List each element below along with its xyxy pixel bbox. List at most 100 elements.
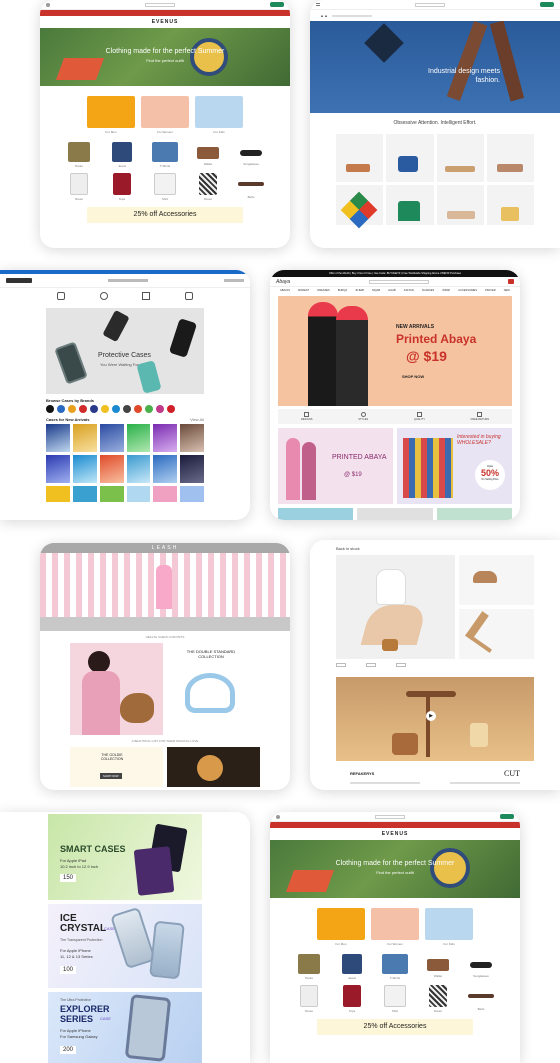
collection-card[interactable]: THE DOUBLE STANDARD COLLECTION <box>167 643 260 735</box>
case-tile[interactable] <box>46 455 70 483</box>
product-item[interactable]: Shirt <box>376 985 414 1013</box>
case-tile[interactable] <box>99 455 124 483</box>
video-banner[interactable]: ▶ <box>336 677 534 761</box>
product-item[interactable]: T-Shirts <box>146 142 184 168</box>
brand-logo[interactable]: REFAKERYS <box>350 771 374 776</box>
printed-abaya-tile[interactable]: PRINTED ABAYA @ $19 <box>278 428 393 504</box>
case-tile[interactable] <box>46 424 70 452</box>
category-men[interactable]: For Men <box>317 908 365 946</box>
case-tile[interactable] <box>99 424 124 452</box>
brand-logo[interactable] <box>68 405 76 413</box>
brand-logo[interactable] <box>46 405 54 413</box>
nav-item[interactable]: PRAYER <box>485 289 495 292</box>
account-icon[interactable] <box>276 814 280 819</box>
product-item[interactable]: Pants <box>60 142 98 168</box>
case-tile[interactable] <box>180 455 204 483</box>
screenshot-card-industrial[interactable]: ▲▲ Industrial design meets fashion. Obse… <box>310 0 560 248</box>
product-item[interactable]: Sunglasses <box>232 142 270 168</box>
product-card[interactable] <box>386 134 434 182</box>
brand-logo[interactable] <box>57 405 65 413</box>
nav-item[interactable]: JILBAB <box>355 289 364 292</box>
accessories-banner[interactable]: 25% off Accessories <box>87 207 243 223</box>
screenshot-card-evenus-2[interactable]: EVENUS Clothing made for the perfect Sum… <box>270 812 520 1063</box>
product-item[interactable]: Tops <box>333 985 371 1013</box>
product-item[interactable]: T-Shirts <box>376 954 414 980</box>
case-tile[interactable] <box>180 486 204 502</box>
case-tile[interactable] <box>46 486 70 502</box>
product-item[interactable]: Tops <box>103 173 141 201</box>
case-tile[interactable] <box>126 486 151 502</box>
logo[interactable]: LEASH <box>40 545 290 551</box>
hero-banner[interactable]: Industrial design meets fashion. <box>310 21 560 113</box>
brand-logo[interactable] <box>101 405 109 413</box>
case-tile[interactable] <box>153 455 178 483</box>
hero-banner[interactable]: NEW ARRIVALS Printed Abaya @ $19 SHOP NO… <box>278 296 512 406</box>
search-input[interactable] <box>415 2 445 7</box>
nav-links[interactable] <box>331 15 372 17</box>
promo-banner[interactable]: Protective Cases You Were Waiting For <box>46 308 204 394</box>
wholesale-tile[interactable]: Interested in buying WHOLESALE? Upto 50%… <box>397 428 512 504</box>
brand-logo[interactable]: CUT <box>504 769 520 778</box>
golden-card[interactable]: THE GOLDIE COLLECTION SHOP NOW <box>70 747 163 787</box>
cart-icon[interactable] <box>508 279 514 284</box>
nav-item[interactable]: KAFTAN <box>404 289 414 292</box>
product-item[interactable]: Jeans <box>333 954 371 980</box>
hero-banner[interactable]: LEASH <box>40 543 290 631</box>
category-kids[interactable]: For Kids <box>425 908 473 946</box>
filter-select[interactable] <box>366 663 376 667</box>
cart-button[interactable] <box>500 814 514 819</box>
brand-logo[interactable] <box>156 405 164 413</box>
screenshot-card-cases[interactable]: Protective Cases You Were Waiting For Br… <box>0 270 250 520</box>
screenshot-card-evenus-1[interactable]: EVENUS Clothing made for the perfect Sum… <box>40 0 290 248</box>
product-card[interactable] <box>336 185 384 229</box>
case-tile[interactable] <box>72 486 97 502</box>
product-item[interactable]: Belts <box>462 985 500 1013</box>
product-item[interactable]: Belts <box>232 173 270 201</box>
product-item[interactable]: Wallet <box>189 142 227 168</box>
product-item[interactable]: Shirt <box>146 173 184 201</box>
product-item[interactable]: Dress <box>290 985 328 1013</box>
account-icon[interactable] <box>46 2 50 7</box>
product-card[interactable] <box>486 134 534 182</box>
logo[interactable] <box>6 278 32 283</box>
brand-logo[interactable] <box>145 405 153 413</box>
play-icon[interactable]: ▶ <box>426 711 436 721</box>
product-card[interactable] <box>386 185 434 225</box>
nav-item[interactable]: MODEST <box>298 289 309 292</box>
product-item[interactable]: Dress <box>60 173 98 201</box>
menu-icon[interactable] <box>316 3 320 6</box>
screenshot-card-abaya[interactable]: Offer of the Month | Buy 3 Get 3 Free | … <box>270 270 520 520</box>
cart-button[interactable] <box>540 2 554 7</box>
product-card[interactable] <box>486 185 534 225</box>
category-kids[interactable]: For Kids <box>195 96 243 134</box>
case-tile[interactable] <box>126 424 151 452</box>
model-photo[interactable] <box>336 555 456 659</box>
search-input[interactable] <box>375 814 405 819</box>
product-card[interactable] <box>459 555 534 605</box>
account-links[interactable] <box>224 279 244 282</box>
case-tile[interactable] <box>126 455 151 483</box>
category-women[interactable]: For Women <box>141 96 189 134</box>
category-women[interactable]: For Women <box>371 908 419 946</box>
product-card[interactable] <box>436 134 484 182</box>
case-tile[interactable] <box>153 424 178 452</box>
category-men[interactable]: For Men <box>87 96 135 134</box>
filter-select[interactable] <box>396 663 406 667</box>
view-all-link[interactable]: View All <box>190 417 204 422</box>
product-item[interactable]: Dress <box>419 985 457 1013</box>
case-tile[interactable] <box>99 486 124 502</box>
product-item[interactable]: Pants <box>290 954 328 980</box>
brand-logo[interactable] <box>123 405 131 413</box>
cart-button[interactable] <box>270 2 284 7</box>
brand-logo[interactable] <box>112 405 120 413</box>
product-card[interactable] <box>459 609 534 659</box>
brand-logo[interactable]: Abaya <box>276 279 290 285</box>
hero-banner[interactable]: Clothing made for the perfect Summer Fin… <box>270 840 520 898</box>
product-item[interactable]: Wallet <box>419 954 457 980</box>
screenshot-card-leash[interactable]: LEASH HEALTH CHECK FOR PETS THE DOUBLE S… <box>40 543 290 790</box>
case-tile[interactable] <box>153 486 178 502</box>
product-item[interactable]: Jeans <box>103 142 141 168</box>
nav-item[interactable]: DRESSES <box>317 289 329 292</box>
brand-logo[interactable] <box>134 405 142 413</box>
case-tile[interactable] <box>72 424 97 452</box>
